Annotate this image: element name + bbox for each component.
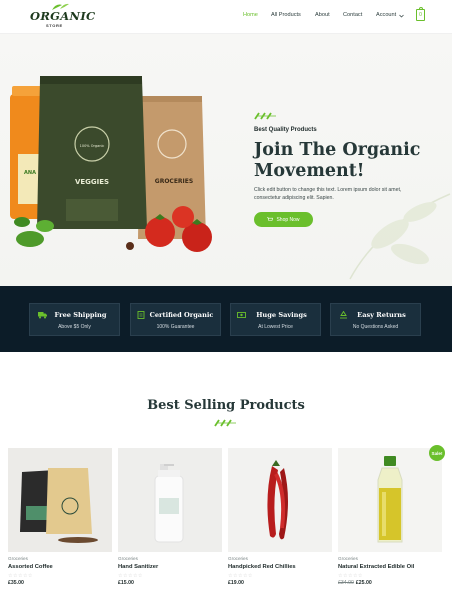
product-category: Groceries xyxy=(338,556,358,561)
bag-icon xyxy=(418,7,423,10)
hero-section: VEGGIES 100% Organic GROCERIES ANA Best … xyxy=(0,34,452,286)
product-sale-price: £25.00 xyxy=(355,580,372,586)
site-header: ORGANIC STORE Home All Products About Co… xyxy=(0,0,452,34)
main-nav: Home All Products About Contact Account xyxy=(0,12,452,22)
feature-title: Huge Savings xyxy=(256,311,307,319)
product-price: £34.00 £25.00 xyxy=(338,580,372,586)
product-image[interactable] xyxy=(228,448,332,552)
product-price: £19.00 xyxy=(228,580,244,586)
bag-front-badge: 100% Organic xyxy=(80,144,105,148)
cart-icon xyxy=(267,217,274,221)
product-category: Groceries xyxy=(228,556,248,561)
feature-subtitle: 100% Guarantee xyxy=(156,324,195,330)
rating-stars: ☆☆☆☆☆ xyxy=(118,573,143,579)
feature-title: Easy Returns xyxy=(357,311,406,319)
best-selling-title: Best Selling Products xyxy=(147,398,305,413)
feature-certified-organic: Certified Organic 100% Guarantee xyxy=(130,303,221,336)
feature-subtitle: No Questions Asked xyxy=(352,324,399,330)
feature-subtitle: At Lowest Price xyxy=(258,324,293,330)
product-category: Groceries xyxy=(8,556,28,561)
product-name[interactable]: Assorted Coffee xyxy=(8,564,53,570)
rating-stars: ☆☆☆☆☆ xyxy=(338,573,363,579)
sale-badge: Sale! xyxy=(429,445,445,461)
shop-now-label: Shop Now xyxy=(276,216,300,223)
nav-account[interactable]: Account xyxy=(376,12,396,18)
feature-huge-savings: Huge Savings At Lowest Price xyxy=(230,303,321,336)
nav-contact[interactable]: Contact xyxy=(343,12,362,18)
product-image[interactable] xyxy=(338,448,442,552)
chevron-down-icon xyxy=(399,14,404,18)
product-old-price: £34.00 xyxy=(338,580,354,586)
logo-subtitle: STORE xyxy=(46,23,63,28)
rating-stars: ☆☆☆☆☆ xyxy=(8,573,33,579)
product-image[interactable] xyxy=(118,448,222,552)
hero-description: Click edit button to change this text. L… xyxy=(254,187,402,201)
nav-home[interactable]: Home xyxy=(243,12,258,18)
hero-eyebrow: Best Quality Products xyxy=(254,127,317,133)
bag-front-label: VEGGIES xyxy=(75,178,109,186)
cart-count: 0 xyxy=(419,12,422,18)
product-category: Groceries xyxy=(118,556,138,561)
shop-now-button[interactable]: Shop Now xyxy=(254,212,313,227)
feature-free-shipping: Free Shipping Above $5 Only xyxy=(29,303,120,336)
bag-back-label: GROCERIES xyxy=(155,178,193,185)
product-price: £35.00 xyxy=(8,580,24,586)
feature-title: Free Shipping xyxy=(54,311,107,319)
product-image[interactable] xyxy=(8,448,112,552)
jar-label: ANA xyxy=(24,170,36,176)
product-name[interactable]: Natural Extracted Edible Oil xyxy=(338,564,414,570)
product-name[interactable]: Handpicked Red Chillies xyxy=(228,564,296,570)
chevrons-icon xyxy=(214,419,236,427)
rating-stars: ☆☆☆☆☆ xyxy=(228,573,253,579)
features-band: Free Shipping Above $5 Only Certified Or… xyxy=(0,286,452,352)
hero-headline: Join The Organic Movement! xyxy=(254,140,421,181)
product-price: £15.00 xyxy=(118,580,134,586)
feature-easy-returns: Easy Returns No Questions Asked xyxy=(330,303,421,336)
product-name[interactable]: Hand Sanitizer xyxy=(118,564,158,570)
cart-button[interactable]: 0 xyxy=(416,7,425,21)
nav-all-products[interactable]: All Products xyxy=(271,12,301,18)
feature-subtitle: Above $5 Only xyxy=(58,324,91,330)
chevrons-icon xyxy=(254,112,276,120)
hero-bag-labels: VEGGIES 100% Organic GROCERIES ANA xyxy=(24,144,193,186)
nav-about[interactable]: About xyxy=(315,12,330,18)
feature-title: Certified Organic xyxy=(149,311,214,319)
